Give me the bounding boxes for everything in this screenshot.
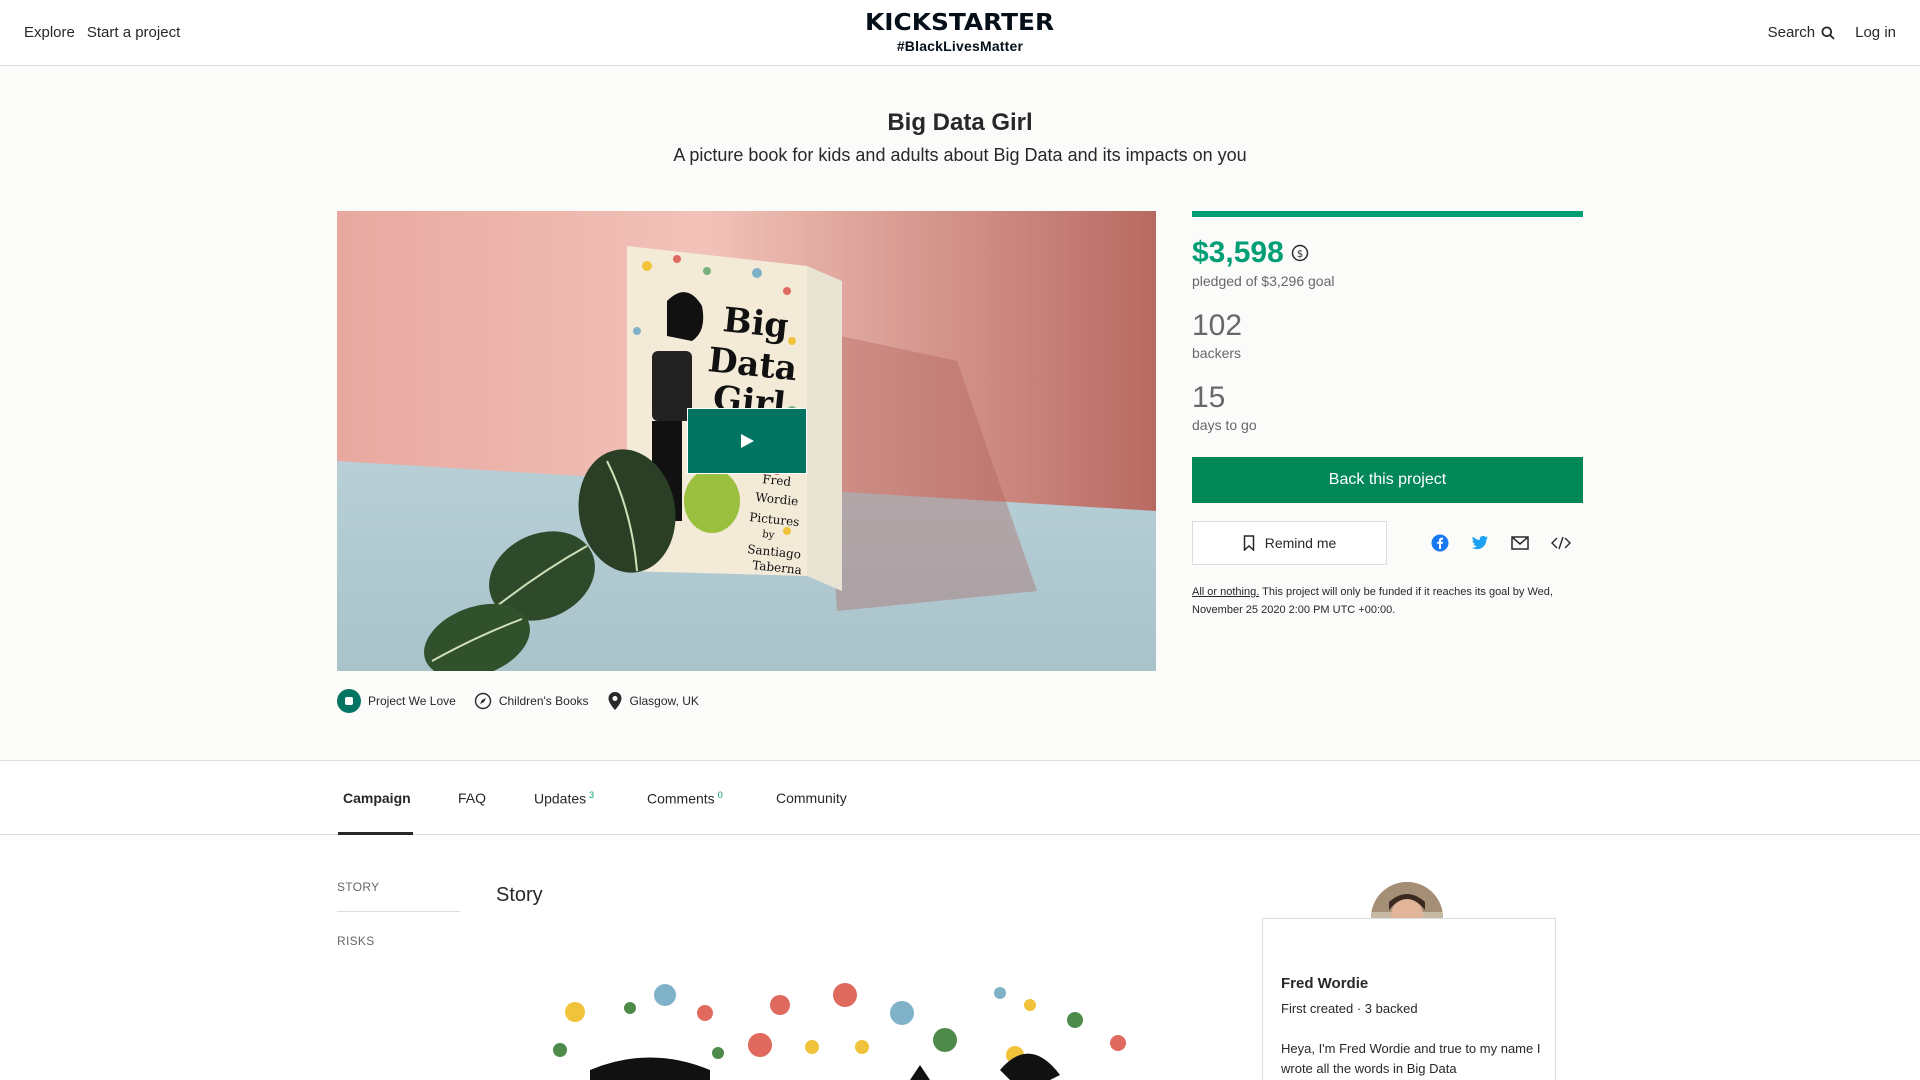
all-or-nothing-link[interactable]: All or nothing. bbox=[1192, 586, 1259, 598]
funding-progress-bar bbox=[1192, 211, 1583, 217]
nav-left: Explore Start a project bbox=[24, 24, 180, 41]
location-pin-icon bbox=[608, 692, 621, 710]
twitter-icon bbox=[1471, 535, 1488, 550]
login-link[interactable]: Log in bbox=[1855, 24, 1896, 41]
days-to-go-label: days to go bbox=[1192, 417, 1257, 433]
tab-updates-label: Updates bbox=[534, 790, 587, 807]
facebook-share-button[interactable] bbox=[1431, 534, 1449, 552]
active-tab-indicator bbox=[338, 832, 413, 835]
compass-icon bbox=[474, 692, 492, 710]
tab-campaign[interactable]: Campaign bbox=[343, 790, 411, 806]
cover-title-1: Big bbox=[721, 300, 790, 347]
search-label: Search bbox=[1767, 24, 1816, 41]
cover-by: by bbox=[762, 529, 775, 541]
svg-text:$: $ bbox=[1297, 249, 1303, 260]
tab-updates[interactable]: Updates 3 bbox=[534, 790, 594, 807]
start-project-link[interactable]: Start a project bbox=[87, 24, 180, 41]
email-icon bbox=[1511, 536, 1529, 550]
story-illustration bbox=[553, 983, 1126, 1080]
creator-name[interactable]: Fred Wordie bbox=[1281, 975, 1368, 992]
tab-comments[interactable]: Comments 0 bbox=[647, 790, 723, 807]
twitter-share-button[interactable] bbox=[1471, 535, 1489, 551]
creator-stats: First created · 3 backed bbox=[1281, 1001, 1418, 1016]
toc-risks[interactable]: RISKS bbox=[337, 912, 460, 965]
story-heading: Story bbox=[496, 884, 543, 906]
project-we-love-label: Project We Love bbox=[368, 694, 456, 708]
share-icons bbox=[1431, 534, 1571, 552]
toc-story[interactable]: STORY bbox=[337, 880, 460, 912]
all-or-nothing-notice: All or nothing. This project will only b… bbox=[1192, 583, 1583, 619]
kickstarter-k-icon bbox=[337, 689, 361, 713]
pledged-amount: $3,598 bbox=[1192, 236, 1284, 269]
project-subtitle: A picture book for kids and adults about… bbox=[673, 145, 1247, 165]
search-button[interactable]: Search bbox=[1768, 24, 1836, 41]
remind-me-button[interactable]: Remind me bbox=[1192, 521, 1387, 565]
pledged-goal-text: pledged of $3,296 goal bbox=[1192, 273, 1335, 289]
category-link[interactable]: Children's Books bbox=[474, 692, 589, 710]
project-tabs: Campaign FAQ Updates 3 Comments 0 Communit… bbox=[0, 762, 1920, 835]
tab-comments-count: 0 bbox=[717, 790, 723, 800]
embed-code-icon bbox=[1551, 536, 1571, 550]
backers-label: backers bbox=[1192, 345, 1242, 361]
remind-me-label: Remind me bbox=[1264, 535, 1337, 551]
project-hero: Big Data Girl A picture book for kids an… bbox=[0, 66, 1920, 761]
blm-tagline[interactable]: #BlackLivesMatter bbox=[870, 38, 1050, 54]
nav-right: Search Log in bbox=[1768, 24, 1896, 41]
search-icon bbox=[1821, 26, 1835, 40]
backers-count: 102 bbox=[1192, 309, 1243, 342]
funding-stats: $3,598 $ pledged of $3,296 goal 102 back… bbox=[1192, 211, 1583, 619]
explore-link[interactable]: Explore bbox=[24, 24, 75, 41]
top-navigation: Explore Start a project KICKSTARTER #Bla… bbox=[0, 0, 1920, 66]
creator-card: Fred Wordie First created · 3 backed Hey… bbox=[1262, 918, 1556, 1080]
tab-community-label: Community bbox=[776, 790, 847, 806]
tab-updates-count: 3 bbox=[589, 790, 595, 800]
tab-faq[interactable]: FAQ bbox=[458, 790, 486, 806]
location-link[interactable]: Glasgow, UK bbox=[607, 691, 699, 711]
embed-button[interactable] bbox=[1551, 536, 1571, 550]
story-header-image bbox=[530, 975, 1130, 1080]
funding-progress-fill bbox=[1192, 211, 1583, 217]
email-share-button[interactable] bbox=[1511, 536, 1529, 550]
play-video-button[interactable] bbox=[687, 408, 807, 474]
project-meta: Project We Love Children's Books Glasgow… bbox=[337, 689, 699, 713]
story-table-of-contents: STORY RISKS bbox=[337, 880, 460, 965]
brand-wordmark[interactable]: KICKSTARTER bbox=[865, 10, 1054, 36]
bookmark-icon bbox=[1243, 535, 1254, 551]
tab-comments-label: Comments bbox=[647, 790, 715, 807]
tab-community[interactable]: Community bbox=[776, 790, 847, 806]
tab-campaign-label: Campaign bbox=[343, 790, 411, 806]
project-we-love-badge[interactable]: Project We Love bbox=[337, 689, 456, 713]
days-to-go-count: 15 bbox=[1192, 381, 1226, 414]
project-title: Big Data Girl bbox=[887, 109, 1033, 136]
play-icon bbox=[741, 434, 754, 448]
facebook-icon bbox=[1431, 534, 1449, 552]
creator-bio: Heya, I'm Fred Wordie and true to my nam… bbox=[1281, 1041, 1541, 1076]
kickstarter-logo[interactable]: KICKSTARTER #BlackLivesMatter bbox=[865, 10, 1054, 54]
pledged-row: $3,598 $ bbox=[1192, 236, 1583, 270]
location-label: Glasgow, UK bbox=[629, 694, 699, 708]
category-label: Children's Books bbox=[498, 694, 589, 708]
currency-conversion-icon[interactable]: $ bbox=[1290, 243, 1310, 263]
project-video[interactable]: Big Data Girl Fred Wordie Pictures by Sa… bbox=[337, 211, 1156, 671]
back-this-project-button[interactable]: Back this project bbox=[1192, 457, 1583, 503]
tab-faq-label: FAQ bbox=[458, 790, 487, 806]
secondary-actions: Remind me bbox=[1192, 521, 1583, 565]
